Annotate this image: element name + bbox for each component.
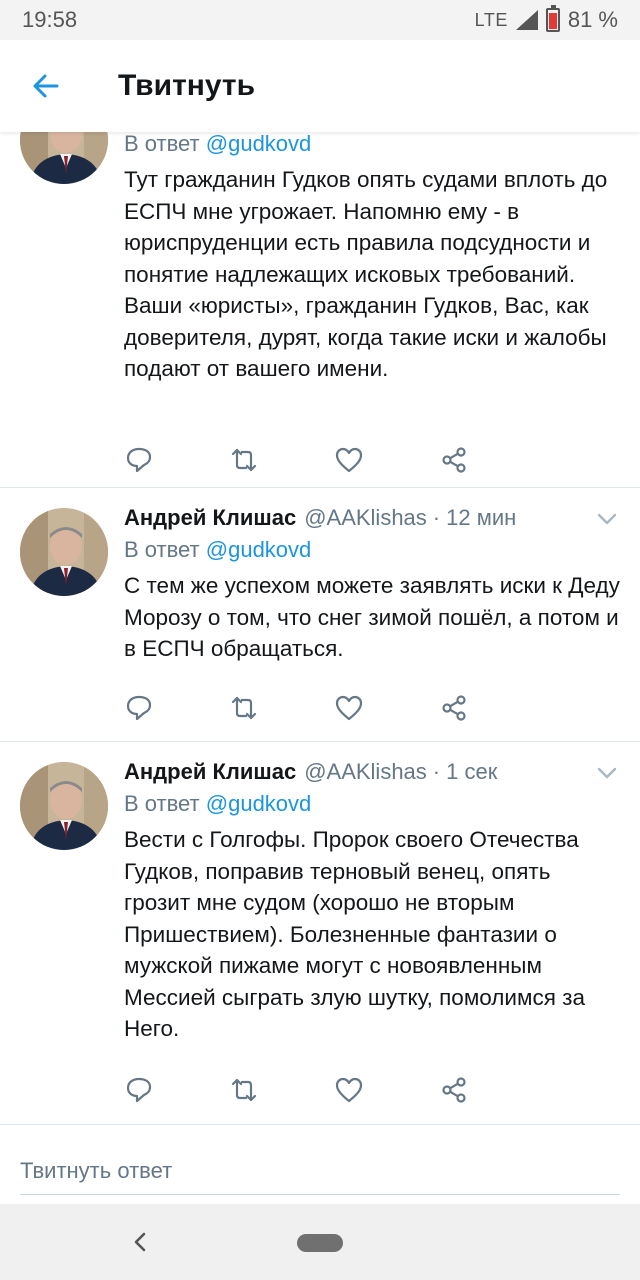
status-bar: 19:58 LTE 81 % <box>0 0 640 40</box>
like-icon <box>335 447 363 473</box>
avatar-photo <box>20 762 108 850</box>
avatar[interactable] <box>20 132 108 184</box>
status-indicators: LTE 81 % <box>474 5 618 33</box>
like-button[interactable] <box>334 1070 439 1110</box>
share-button[interactable] <box>439 688 544 728</box>
reply-icon <box>126 447 152 473</box>
reply-prefix: В ответ <box>124 791 200 816</box>
nav-back-button[interactable] <box>122 1224 158 1260</box>
mention-link[interactable]: @gudkovd <box>206 132 312 156</box>
reply-icon <box>126 1077 152 1103</box>
reply-button[interactable] <box>124 688 229 728</box>
screen: 19:58 LTE 81 % Твитнуть В ответ @gudkovd… <box>0 0 640 1280</box>
like-icon <box>335 1077 363 1103</box>
author-handle[interactable]: @AAKlishas <box>304 505 427 531</box>
retweet-icon <box>231 1078 257 1102</box>
reply-icon <box>126 695 152 721</box>
author-name[interactable]: Андрей Клишас <box>124 505 296 531</box>
signal-icon <box>515 10 538 30</box>
tweet[interactable]: В ответ @gudkovd Тут гражданин Гудков оп… <box>0 132 640 488</box>
status-time: 19:58 <box>22 7 78 32</box>
tweet-actions <box>124 1070 544 1110</box>
like-button[interactable] <box>334 688 439 728</box>
share-icon <box>442 447 466 473</box>
battery-percentage: 81 % <box>567 7 618 32</box>
tweet-body: Андрей Клишас @AAKlishas · 1 сек В ответ… <box>124 756 620 1045</box>
reply-context: В ответ @gudkovd <box>124 788 620 820</box>
author-handle[interactable]: @AAKlishas <box>304 759 427 785</box>
retweet-icon <box>231 448 257 472</box>
chevron-down-icon[interactable] <box>594 760 620 786</box>
battery-icon <box>545 5 560 32</box>
tweet-timestamp: 12 мин <box>446 505 517 530</box>
author-name[interactable]: Андрей Клишас <box>124 759 296 785</box>
avatar-photo <box>20 508 108 596</box>
reply-composer <box>0 1124 640 1204</box>
tweet-actions <box>124 440 544 480</box>
home-pill-icon[interactable] <box>297 1234 343 1252</box>
retweet-icon <box>231 696 257 720</box>
retweet-button[interactable] <box>229 1070 334 1110</box>
page-title: Твитнуть <box>118 69 256 102</box>
tweet[interactable]: Андрей Клишас @AAKlishas · 1 сек В ответ… <box>0 742 640 1124</box>
avatar[interactable] <box>20 508 108 596</box>
back-button[interactable] <box>0 40 92 132</box>
chevron-left-icon <box>134 1232 146 1252</box>
share-icon <box>442 695 466 721</box>
tweet[interactable]: Андрей Клишас @AAKlishas · 12 мин В отве… <box>0 488 640 742</box>
reply-context: В ответ @gudkovd <box>124 132 620 160</box>
retweet-button[interactable] <box>229 440 334 480</box>
tweet-actions <box>124 688 544 728</box>
avatar-photo <box>20 132 108 184</box>
like-icon <box>335 695 363 721</box>
avatar[interactable] <box>20 762 108 850</box>
tweet-text: Тут гражданин Гудков опять судами вплоть… <box>124 167 608 381</box>
separator-dot: · <box>432 505 441 530</box>
app-bar: Твитнуть <box>0 40 640 132</box>
share-icon <box>442 1077 466 1103</box>
tweet-body: В ответ @gudkovd Тут гражданин Гудков оп… <box>124 132 620 385</box>
share-button[interactable] <box>439 1070 544 1110</box>
tweet-text: С тем же успехом можете заявлять иски к … <box>124 573 620 661</box>
mention-link[interactable]: @gudkovd <box>206 537 312 562</box>
network-type: LTE <box>474 9 508 30</box>
tweet-thread: В ответ @gudkovd Тут гражданин Гудков оп… <box>0 132 640 1124</box>
tweet-header: Андрей Клишас @AAKlishas · 1 сек <box>124 756 620 788</box>
tweet-header: Андрей Клишас @AAKlishas · 12 мин <box>124 502 620 534</box>
mention-link[interactable]: @gudkovd <box>206 791 312 816</box>
system-nav-bar <box>0 1204 640 1280</box>
reply-context: В ответ @gudkovd <box>124 534 620 566</box>
tweet-timestamp: 1 сек <box>446 759 498 784</box>
reply-button[interactable] <box>124 1070 229 1110</box>
arrow-left-icon <box>33 74 59 98</box>
chevron-down-icon[interactable] <box>594 506 620 532</box>
separator-dot: · <box>432 759 441 784</box>
battery-level-fill <box>548 12 557 29</box>
tweet-text: Вести с Голгофы. Пророк своего Отечества… <box>124 827 585 1041</box>
tweet-body: Андрей Клишас @AAKlishas · 12 мин В отве… <box>124 502 620 665</box>
retweet-button[interactable] <box>229 688 334 728</box>
share-button[interactable] <box>439 440 544 480</box>
reply-input[interactable] <box>20 1147 620 1195</box>
reply-prefix: В ответ <box>124 537 200 562</box>
like-button[interactable] <box>334 440 439 480</box>
reply-prefix: В ответ <box>124 132 200 156</box>
reply-button[interactable] <box>124 440 229 480</box>
